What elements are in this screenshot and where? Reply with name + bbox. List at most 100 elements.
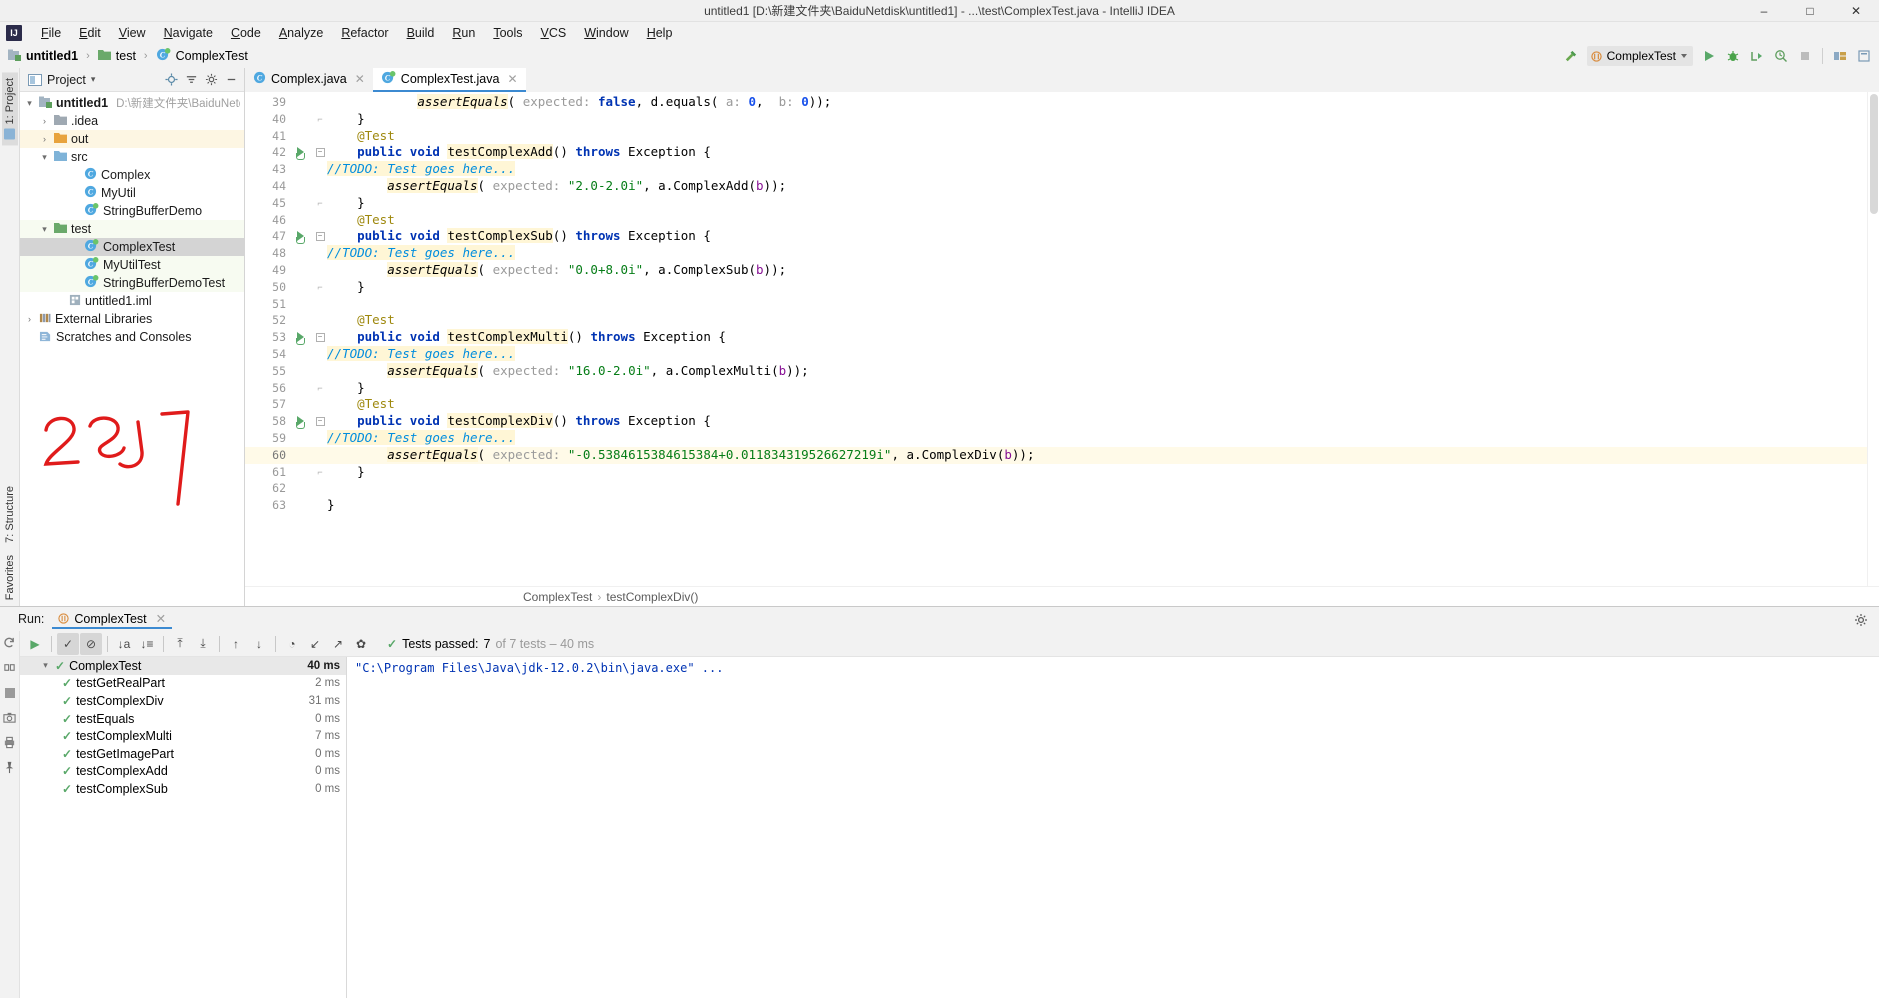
run-tab-complextest[interactable]: ComplexTest ✕ bbox=[52, 609, 173, 629]
pin-icon[interactable] bbox=[2, 760, 17, 775]
debug-icon[interactable] bbox=[1722, 45, 1744, 67]
show-ignored-toggle[interactable]: ⊘ bbox=[80, 632, 102, 655]
code-line[interactable]: } bbox=[327, 464, 1867, 481]
code-line[interactable]: @Test bbox=[327, 128, 1867, 145]
rerun-button[interactable]: ▶ bbox=[24, 633, 46, 655]
sidebar-item-structure[interactable]: 7: Structure bbox=[2, 480, 18, 549]
breadcrumb-item-untitled1[interactable]: untitled1 bbox=[8, 49, 78, 64]
hide-icon[interactable] bbox=[223, 71, 240, 88]
twisty-icon[interactable]: ▾ bbox=[39, 224, 50, 235]
menu-refactor[interactable]: Refactor bbox=[332, 24, 397, 42]
gear-icon[interactable] bbox=[203, 71, 220, 88]
menu-build[interactable]: Build bbox=[398, 24, 444, 42]
code-line[interactable]: @Test bbox=[327, 212, 1867, 229]
code-line[interactable]: assertEquals( expected: false, d.equals(… bbox=[327, 94, 1867, 111]
code-editor[interactable]: assertEquals( expected: false, d.equals(… bbox=[327, 92, 1867, 586]
collapse-all-icon[interactable] bbox=[183, 71, 200, 88]
scrollbar-thumb[interactable] bbox=[1870, 94, 1878, 214]
code-line[interactable]: } bbox=[327, 195, 1867, 212]
sidebar-item-favorites[interactable]: Favorites bbox=[2, 549, 18, 606]
tree-node-stringbufferdemo[interactable]: C StringBufferDemo bbox=[20, 202, 244, 220]
search-everywhere-icon[interactable] bbox=[1853, 45, 1875, 67]
locate-icon[interactable] bbox=[163, 71, 180, 88]
code-line[interactable]: assertEquals( expected: "2.0-2.0i", a.Co… bbox=[327, 177, 1867, 195]
tree-node-stringbufferdemotest[interactable]: C StringBufferDemoTest bbox=[20, 274, 244, 292]
tree-node-myutil[interactable]: C MyUtil bbox=[20, 184, 244, 202]
fold-marker-icon[interactable]: − bbox=[313, 144, 327, 161]
code-line[interactable] bbox=[327, 296, 1867, 313]
show-passed-toggle[interactable]: ✓ bbox=[57, 632, 79, 655]
code-line[interactable]: } bbox=[327, 111, 1867, 128]
project-caret-icon[interactable]: ▾ bbox=[91, 74, 96, 85]
code-line[interactable]: //TODO: Test goes here... bbox=[327, 161, 1867, 178]
menu-run[interactable]: Run bbox=[443, 24, 484, 42]
run-test-gutter-icon[interactable] bbox=[291, 413, 313, 430]
code-line[interactable]: } bbox=[327, 380, 1867, 397]
menu-window[interactable]: Window bbox=[575, 24, 637, 42]
twisty-icon[interactable]: ▾ bbox=[24, 98, 35, 109]
history-button[interactable]: ◔ bbox=[281, 633, 303, 655]
tree-node-myutiltest[interactable]: C MyUtilTest bbox=[20, 256, 244, 274]
editor-tab-complex-java[interactable]: C Complex.java ✕ bbox=[245, 68, 373, 92]
editor-scrollbar[interactable] bbox=[1867, 92, 1879, 586]
import-tests-button[interactable]: ↙ bbox=[304, 633, 326, 655]
breadcrumb-method[interactable]: testComplexDiv() bbox=[606, 590, 698, 604]
hammer-icon[interactable] bbox=[1560, 45, 1582, 67]
tree-node-test[interactable]: ▾ test bbox=[20, 220, 244, 238]
twisty-icon[interactable]: ▾ bbox=[39, 152, 50, 163]
fold-marker-icon[interactable]: − bbox=[313, 329, 327, 346]
fold-marker-icon[interactable]: ⌐ bbox=[313, 111, 327, 128]
close-icon[interactable]: ✕ bbox=[156, 611, 166, 626]
fold-marker-icon[interactable]: − bbox=[313, 413, 327, 430]
run-test-gutter-icon[interactable] bbox=[291, 144, 313, 161]
fold-marker-icon[interactable]: ⌐ bbox=[313, 195, 327, 212]
screenshot-icon[interactable] bbox=[2, 710, 17, 725]
twisty-icon[interactable]: › bbox=[39, 116, 50, 127]
code-line[interactable]: } bbox=[327, 279, 1867, 296]
code-line[interactable]: assertEquals( expected: "16.0-2.0i", a.C… bbox=[327, 362, 1867, 380]
collapse-all-button[interactable]: ⤓ bbox=[192, 633, 214, 655]
console-output[interactable]: "C:\Program Files\Java\jdk-12.0.2\bin\ja… bbox=[347, 657, 1879, 998]
run-settings-gear-icon[interactable] bbox=[1852, 611, 1869, 628]
menu-vcs[interactable]: VCS bbox=[532, 24, 576, 42]
layout-icon[interactable] bbox=[1829, 45, 1851, 67]
run-with-coverage-icon[interactable] bbox=[1746, 45, 1768, 67]
fold-marker-icon[interactable]: ⌐ bbox=[313, 279, 327, 296]
profiler-icon[interactable] bbox=[1770, 45, 1792, 67]
next-failed-button[interactable]: ↓ bbox=[248, 633, 270, 655]
fold-marker-icon[interactable]: ⌐ bbox=[313, 380, 327, 397]
minimize-button[interactable]: – bbox=[1741, 0, 1787, 22]
sort-alphabetically-button[interactable]: ↓a bbox=[113, 633, 135, 655]
test-row-testcomplexdiv[interactable]: ✓ testComplexDiv 31 ms bbox=[20, 692, 346, 710]
print-icon[interactable] bbox=[2, 735, 17, 750]
breadcrumb-class[interactable]: ComplexTest bbox=[523, 590, 592, 604]
menu-help[interactable]: Help bbox=[638, 24, 682, 42]
code-line[interactable]: } bbox=[327, 497, 1867, 514]
twisty-icon[interactable]: › bbox=[39, 134, 50, 145]
twisty-icon[interactable]: › bbox=[24, 314, 35, 325]
menu-view[interactable]: View bbox=[110, 24, 155, 42]
run-test-gutter-icon[interactable] bbox=[291, 228, 313, 245]
code-line[interactable]: public void testComplexDiv() throws Exce… bbox=[327, 413, 1867, 430]
sort-by-duration-button[interactable]: ↓≡ bbox=[136, 633, 158, 655]
test-row-complextest[interactable]: ▾ ✓ ComplexTest 40 ms bbox=[20, 657, 346, 675]
tree-node-complex[interactable]: C Complex bbox=[20, 166, 244, 184]
test-settings-button[interactable]: ✿ bbox=[350, 633, 372, 655]
tree-node-external-libraries[interactable]: › External Libraries bbox=[20, 310, 244, 328]
tree-node-scratches-and-consoles[interactable]: Scratches and Consoles bbox=[20, 328, 244, 346]
stop-process-icon[interactable] bbox=[2, 685, 17, 700]
code-line[interactable]: @Test bbox=[327, 396, 1867, 413]
export-tests-button[interactable]: ↗ bbox=[327, 633, 349, 655]
close-icon[interactable]: ✕ bbox=[355, 72, 365, 86]
menu-code[interactable]: Code bbox=[222, 24, 270, 42]
menu-navigate[interactable]: Navigate bbox=[155, 24, 222, 42]
tree-node-out[interactable]: › out bbox=[20, 130, 244, 148]
rerun-failed-icon[interactable] bbox=[2, 660, 17, 675]
code-line[interactable]: public void testComplexAdd() throws Exce… bbox=[327, 144, 1867, 161]
code-line[interactable]: //TODO: Test goes here... bbox=[327, 429, 1867, 447]
sidebar-item-project[interactable]: 1: Project bbox=[1, 72, 18, 146]
run-configuration-selector[interactable]: ComplexTest bbox=[1586, 46, 1693, 66]
editor-tab-complextest-java[interactable]: C ComplexTest.java ✕ bbox=[372, 68, 526, 92]
test-row-testequals[interactable]: ✓ testEquals 0 ms bbox=[20, 710, 346, 728]
menu-file[interactable]: File bbox=[32, 24, 70, 42]
